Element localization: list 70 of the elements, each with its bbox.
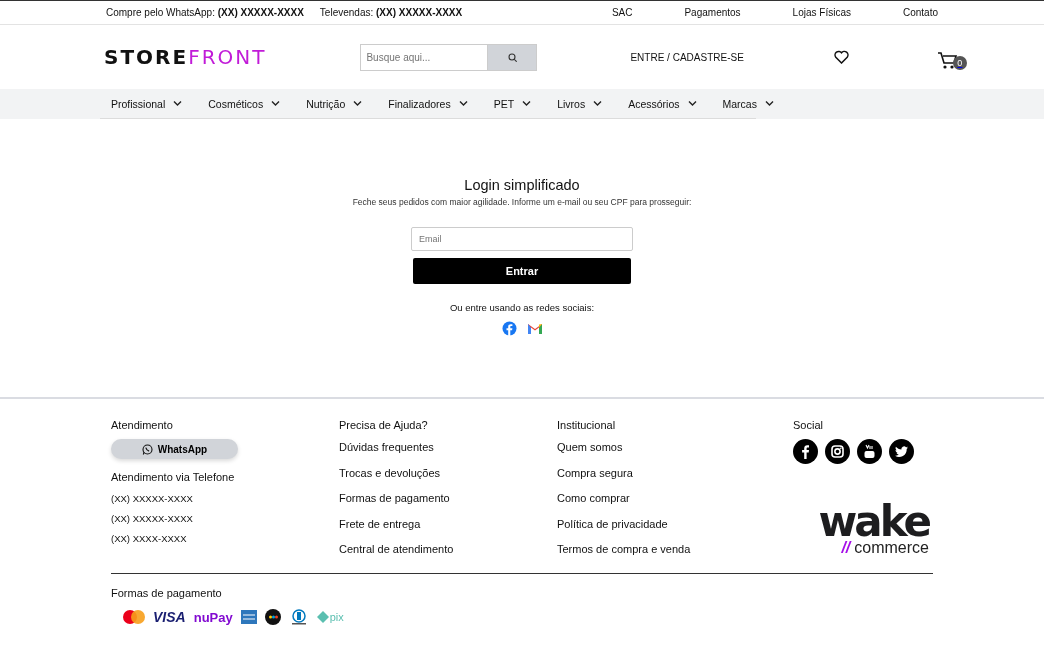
contact-text: Compre pelo WhatsApp: (XX) XXXXX-XXXX [106,7,304,18]
chevron-down-icon [353,100,363,107]
social-login-prompt: Ou entre usando as redes sociais: [449,302,595,313]
m-logo-icon[interactable] [526,321,543,336]
pix-logo: pix [316,611,344,623]
wake-commerce-logo: wake // commerce [817,504,929,556]
footer-link[interactable]: Compra segura [557,466,793,479]
card-brand-text: nuPay [193,609,233,625]
footer-link[interactable]: Quem somos [557,441,793,453]
top-link[interactable]: Contato [902,7,938,18]
chevron-down-icon [522,100,532,107]
login-subtitle: Feche seus pedidos com maior agilidade. Informe um e-mail ou seu CPF para prosseguir: [352,197,692,207]
card-logo-icon [240,610,257,624]
footer-heading: Precisa de Ajuda? [339,419,429,431]
search-field[interactable]: Busque aqui... [360,43,488,71]
chat-bubble-icon [141,443,153,455]
chevron-down-icon [271,100,281,107]
footer-link[interactable]: Dúvidas frequentes [339,441,557,453]
category-menu[interactable]: Acessórios [617,89,708,118]
footer-link[interactable]: Como comprar [557,492,793,504]
chevron-down-icon [687,100,697,107]
footer-heading: Atendimento via Telefone [111,471,236,483]
payment-heading: Formas de pagamento [111,587,223,599]
category-menu[interactable]: Cosméticos [197,89,292,118]
login-link[interactable]: ENTRE / CADASTRE-SE [630,51,744,63]
diamond-icon [316,611,329,623]
category-menu[interactable]: Marcas [711,89,785,118]
camera-icon[interactable] [825,439,850,464]
top-link[interactable]: SAC [611,7,633,18]
category-menu[interactable]: Profissional [100,89,194,118]
chevron-down-icon [593,100,603,107]
footer-heading: Atendimento [111,419,174,431]
cart-count-badge: 0 [952,56,967,70]
chevron-down-icon [458,100,468,107]
footer-link[interactable]: Trocas e devoluções [339,466,557,479]
footer-link[interactable]: Central de atendimento [339,543,557,555]
phone-number: (XX) XXXXX-XXXX [111,493,194,504]
footer-link[interactable]: Termos de compra e venda [557,543,793,555]
top-link[interactable]: Lojas Físicas [792,7,851,18]
storefront-logo[interactable]: STORE FRONT [104,45,267,69]
footer-link[interactable]: Frete de entrega [339,517,557,530]
bird-icon[interactable] [889,439,914,464]
search-button[interactable] [487,43,538,71]
dark-circle-icon [264,609,281,625]
contact-text: Televendas: (XX) XXXXX-XXXX [319,7,463,18]
login-button[interactable]: Entrar [413,258,631,284]
chevron-down-icon [764,100,774,107]
footer-link[interactable]: Política de privacidade [557,517,793,530]
overlapping-circles-icon [123,610,145,624]
video-icon[interactable] [857,439,882,464]
card-brand-text: VISA [153,609,186,625]
chevron-down-icon [173,100,183,107]
top-link[interactable]: Pagamentos [684,7,741,18]
footer-heading: Institucional [557,419,617,431]
whatsapp-button[interactable]: WhatsApp [111,439,238,459]
footer-link[interactable]: Formas de pagamento [339,492,557,504]
footer-heading: Social [793,419,824,431]
search-icon [507,52,517,62]
category-menu[interactable]: PET [482,89,543,118]
phone-number: (XX) XXXX-XXXX [111,533,188,544]
email-field[interactable]: Email [411,227,633,251]
category-menu[interactable]: Finalizadores [377,89,479,118]
phone-number: (XX) XXXXX-XXXX [111,513,194,524]
login-title: Login simplificado [464,177,580,193]
category-menu[interactable]: Livros [546,89,614,118]
cart-icon [936,51,958,70]
f-logo-icon[interactable] [793,439,818,464]
category-menu[interactable]: Nutrição [295,89,374,118]
heart-icon [833,50,849,64]
cart-button[interactable]: 0 [936,44,967,70]
